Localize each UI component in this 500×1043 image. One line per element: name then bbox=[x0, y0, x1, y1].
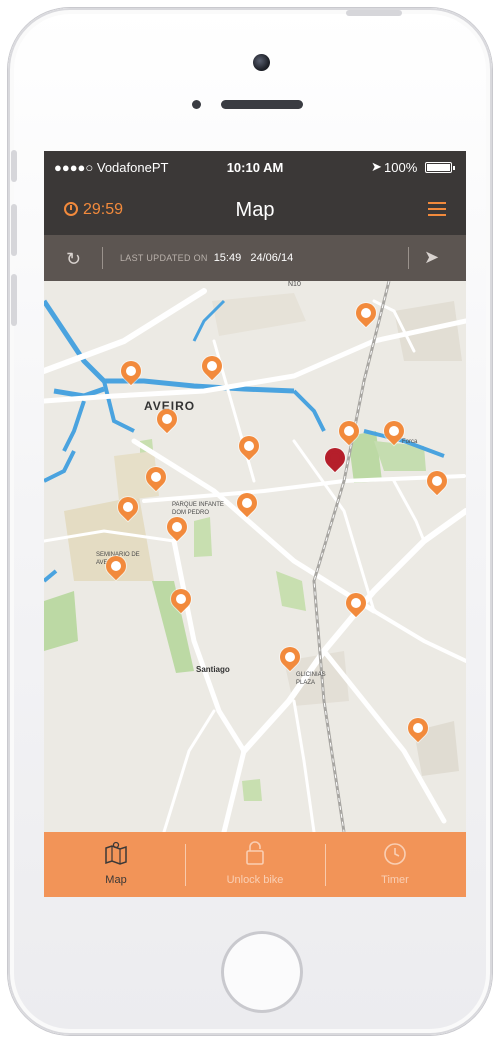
tab-map-label: Map bbox=[105, 874, 127, 886]
last-updated-bar: ↻ LAST UPDATED ON 15:49 24/06/14 ➤ bbox=[44, 235, 466, 281]
page-title: Map bbox=[235, 199, 275, 221]
divider bbox=[408, 247, 409, 269]
tab-unlock-bike[interactable]: Unlock bike bbox=[185, 832, 325, 897]
proximity-sensor bbox=[192, 100, 201, 109]
last-updated-label: LAST UPDATED ON bbox=[120, 253, 208, 263]
volume-up-button bbox=[11, 204, 17, 256]
earpiece-speaker bbox=[221, 100, 303, 109]
map-label-parque: PARQUE INFANTE DOM PEDRO bbox=[172, 502, 224, 516]
map-label-glicinias: GLICINIAS PLAZA bbox=[296, 672, 326, 686]
home-button[interactable] bbox=[221, 931, 303, 1013]
location-arrow-icon: ➤ bbox=[371, 159, 382, 174]
map-label-forca: Forca bbox=[402, 439, 418, 445]
tab-map[interactable]: Map bbox=[46, 832, 186, 897]
volume-down-button bbox=[11, 274, 17, 326]
app-screen: ●●●●○ VodafonePT 10:10 AM ➤ 100% 29:59 M… bbox=[44, 151, 466, 897]
lock-icon bbox=[246, 841, 264, 865]
hamburger-menu-icon[interactable] bbox=[428, 202, 446, 220]
map-view[interactable]: AVEIRO Santiago PARQUE INFANTE DOM PEDRO… bbox=[44, 281, 466, 832]
tab-timer-label: Timer bbox=[381, 874, 409, 886]
battery-icon bbox=[425, 162, 455, 173]
front-camera bbox=[253, 54, 270, 71]
tab-bar: Map Unlock bike Timer bbox=[44, 832, 466, 897]
last-updated-text: LAST UPDATED ON 15:49 24/06/14 bbox=[120, 252, 293, 264]
power-button bbox=[346, 10, 402, 16]
tab-timer[interactable]: Timer bbox=[325, 832, 465, 897]
nav-bar: 29:59 Map bbox=[44, 185, 466, 235]
battery-percent: 100% bbox=[384, 160, 418, 175]
map-label-santiago: Santiago bbox=[196, 665, 230, 674]
tab-unlock-bike-label: Unlock bike bbox=[226, 874, 284, 886]
divider bbox=[102, 247, 103, 269]
map-label-road: N10 bbox=[288, 281, 301, 288]
refresh-icon[interactable]: ↻ bbox=[66, 249, 81, 270]
status-bar: ●●●●○ VodafonePT 10:10 AM ➤ 100% bbox=[44, 151, 466, 185]
last-updated-date: 24/06/14 bbox=[250, 252, 294, 264]
mute-switch bbox=[11, 150, 17, 182]
last-updated-time: 15:49 bbox=[213, 252, 242, 264]
map-icon bbox=[105, 841, 127, 865]
locate-me-icon[interactable]: ➤ bbox=[424, 247, 439, 268]
timer-icon bbox=[384, 843, 406, 865]
